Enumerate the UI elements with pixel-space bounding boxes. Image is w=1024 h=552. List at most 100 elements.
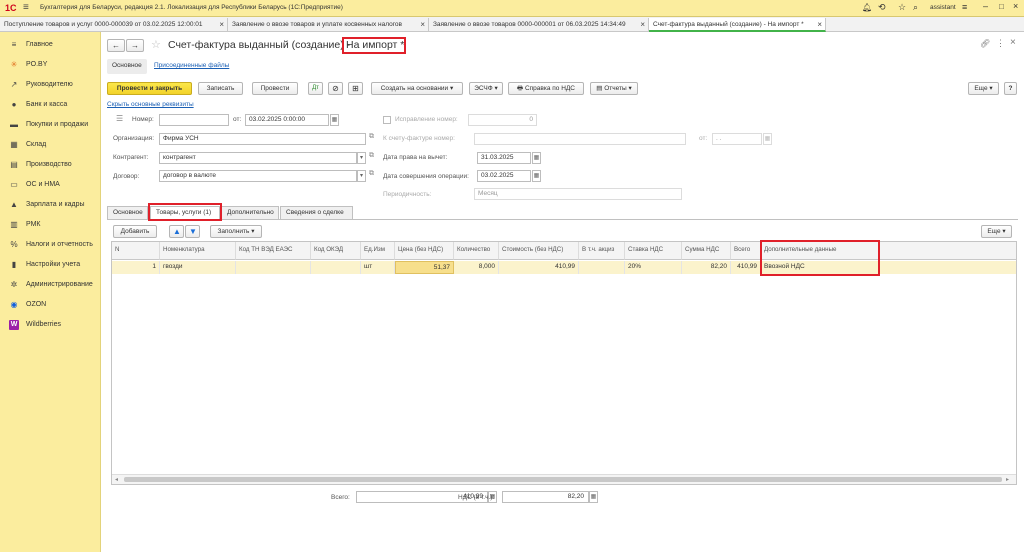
calendar-icon[interactable]: ▦ <box>532 170 541 182</box>
close-tab-icon[interactable]: × <box>219 20 224 29</box>
sidebar-item-settings[interactable]: ▮ Настройки учета <box>0 256 101 274</box>
tab-goods-services[interactable]: Товары, услуги (1) <box>150 206 220 219</box>
structure-icon[interactable]: ⊞ <box>348 82 363 95</box>
column-header-price[interactable]: Цена (без НДС) <box>395 242 454 260</box>
move-up-icon[interactable]: ▲ <box>169 225 184 238</box>
back-button[interactable]: ← <box>107 39 125 52</box>
menu-icon[interactable]: ≡ <box>23 2 29 13</box>
favorite-star-icon[interactable]: ☆ <box>151 38 161 51</box>
link-icon[interactable]: 🔗︎ <box>980 39 990 48</box>
more-vertical-icon[interactable]: ⋮ <box>996 38 1005 49</box>
horizontal-scrollbar[interactable]: ◂ ▸ <box>112 474 1016 484</box>
dropdown-icon[interactable]: ▾ <box>357 170 366 182</box>
attach-icon[interactable]: ⊘ <box>328 82 343 95</box>
operation-date-input[interactable]: 03.02.2025 <box>477 170 531 182</box>
star-icon[interactable]: ☆ <box>898 2 906 13</box>
contractor-input[interactable]: контрагент <box>159 152 357 164</box>
column-header-cost[interactable]: Стоимость (без НДС) <box>499 242 579 260</box>
close-tab-icon[interactable]: × <box>817 20 822 29</box>
subtab-main[interactable]: Основное <box>107 59 147 74</box>
sidebar-item-rmk[interactable]: ▥ РМК <box>0 216 101 234</box>
calendar-icon[interactable]: ▦ <box>763 133 772 145</box>
tab-import-statement-doc[interactable]: Заявление о ввозе товаров 0000-000001 от… <box>429 18 649 32</box>
fill-button[interactable]: Заполнить ▾ <box>210 225 262 238</box>
tab-receipt[interactable]: Поступление товаров и услуг 0000-000039 … <box>0 18 228 32</box>
search-icon[interactable]: ⌕ <box>913 2 918 13</box>
to-invoice-input[interactable] <box>474 133 686 145</box>
hide-details-link[interactable]: Скрыть основные реквизиты <box>107 101 194 108</box>
save-button[interactable]: Записать <box>198 82 243 95</box>
help-button[interactable]: ? <box>1004 82 1017 95</box>
forward-button[interactable]: → <box>126 39 144 52</box>
bell-icon[interactable]: 🔔︎ <box>862 3 872 12</box>
reports-button[interactable]: ▤ Отчеты ▾ <box>590 82 638 95</box>
cell-cost[interactable]: 410,99 <box>499 261 579 274</box>
sidebar-item-purchases[interactable]: ▬ Покупки и продажи <box>0 116 101 134</box>
column-header-vat-rate[interactable]: Ставка НДС <box>625 242 682 260</box>
post-and-close-button[interactable]: Провести и закрыть <box>107 82 192 95</box>
tab-import-statement[interactable]: Заявление о ввозе товаров и уплате косве… <box>228 18 429 32</box>
open-link-icon[interactable]: ⧉ <box>369 152 374 160</box>
column-header-additional[interactable]: Дополнительные данные <box>761 242 1016 260</box>
sidebar-item-production[interactable]: ▤ Производство <box>0 156 101 174</box>
column-header-oked[interactable]: Код ОКЭД <box>311 242 361 260</box>
open-link-icon[interactable]: ⧉ <box>369 170 374 178</box>
close-tab-icon[interactable]: × <box>640 20 645 29</box>
cell-total[interactable]: 410,99 <box>731 261 761 274</box>
cell-quantity[interactable]: 8,000 <box>454 261 499 274</box>
sidebar-item-manager[interactable]: ↗ Руководителю <box>0 76 101 94</box>
cell-oked[interactable] <box>311 261 361 274</box>
subtab-files[interactable]: Присоединенные файлы <box>154 62 229 69</box>
cell-vat-sum[interactable]: 82,20 <box>682 261 731 274</box>
more-button[interactable]: Еще ▾ <box>968 82 999 95</box>
scroll-right-icon[interactable]: ▸ <box>1006 476 1009 483</box>
sidebar-item-salary[interactable]: ▲ Зарплата и кадры <box>0 196 101 214</box>
sidebar-item-wildberries[interactable]: W Wildberries <box>0 316 101 334</box>
contract-input[interactable]: договор в валюте <box>159 170 357 182</box>
sidebar-item-bank[interactable]: ● Банк и касса <box>0 96 101 114</box>
sidebar-item-admin[interactable]: ✲ Администрирование <box>0 276 101 294</box>
tab-deal-info[interactable]: Сведения о сделке <box>280 206 353 219</box>
periodicity-input[interactable]: Месяц <box>474 188 682 200</box>
esch-button[interactable]: ЭСЧФ ▾ <box>469 82 503 95</box>
cell-excise[interactable] <box>579 261 625 274</box>
date-input[interactable]: 03.02.2025 0:00:00 <box>245 114 329 126</box>
sidebar-item-assets[interactable]: ▭ ОС и НМА <box>0 176 101 194</box>
column-header-tnved[interactable]: Код ТН ВЭД ЕАЭС <box>236 242 311 260</box>
column-header-vat-sum[interactable]: Сумма НДС <box>682 242 731 260</box>
sidebar-item-taxes[interactable]: % Налоги и отчетность <box>0 236 101 254</box>
calculator-icon[interactable]: ▦ <box>589 491 598 503</box>
scroll-thumb[interactable] <box>124 477 1002 482</box>
sidebar-item-ozon[interactable]: ◉ OZON <box>0 296 101 314</box>
organization-input[interactable]: Фирма УСН <box>159 133 366 145</box>
grid-more-button[interactable]: Еще ▾ <box>981 225 1012 238</box>
minimize-icon[interactable]: – <box>983 1 988 11</box>
close-tab-icon[interactable]: × <box>420 20 425 29</box>
tab-invoice[interactable]: Счет-фактура выданный (создание) - На им… <box>649 18 826 32</box>
dt-kt-icon[interactable]: Дт <box>308 82 323 95</box>
close-icon[interactable]: × <box>1013 1 1018 11</box>
sidebar-item-poby[interactable]: ✳ PO.BY <box>0 56 101 74</box>
column-header-n[interactable]: N <box>112 242 160 260</box>
cell-item[interactable]: гвозди <box>160 261 236 274</box>
correction-checkbox[interactable] <box>383 116 391 124</box>
column-header-total[interactable]: Всего <box>731 242 761 260</box>
column-header-quantity[interactable]: Количество <box>454 242 499 260</box>
to-invoice-date-input[interactable]: . . <box>712 133 762 145</box>
tab-additional[interactable]: Дополнительно <box>221 206 279 219</box>
correction-input[interactable]: 0 <box>468 114 537 126</box>
settings-icon[interactable]: ≡ <box>962 2 967 12</box>
column-header-excise[interactable]: В т.ч. акциз <box>579 242 625 260</box>
cell-price[interactable]: 51,37 <box>395 261 454 274</box>
column-header-item[interactable]: Номенклатура <box>160 242 236 260</box>
tab-main[interactable]: Основное <box>107 206 148 219</box>
deduction-date-input[interactable]: 31.03.2025 <box>477 152 531 164</box>
create-based-on-button[interactable]: Создать на основании ▾ <box>371 82 463 95</box>
cell-unit[interactable]: шт <box>361 261 395 274</box>
open-link-icon[interactable]: ⧉ <box>369 133 374 141</box>
move-down-icon[interactable]: ▼ <box>185 225 200 238</box>
post-button[interactable]: Провести <box>252 82 298 95</box>
cell-additional[interactable]: Ввозной НДС <box>761 261 1016 274</box>
calendar-icon[interactable]: ▦ <box>532 152 541 164</box>
dropdown-icon[interactable]: ▾ <box>357 152 366 164</box>
